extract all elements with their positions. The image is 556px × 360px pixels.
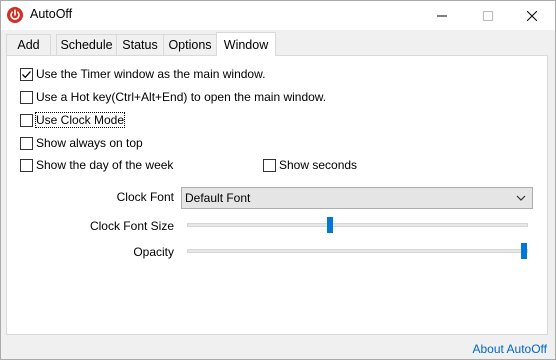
close-icon [527, 10, 537, 21]
tab-label: Window [223, 37, 269, 52]
hotkey-label: Use a Hot key(Ctrl+Alt+End) to open the … [36, 90, 327, 104]
day-of-week-checkbox[interactable] [20, 158, 33, 172]
clock-font-size-label: Clock Font Size [89, 219, 174, 233]
clock-mode-option[interactable]: Use Clock Mode [20, 112, 126, 128]
clock-mode-label: Use Clock Mode [34, 112, 126, 128]
title-bar[interactable]: AutoOff [1, 1, 555, 30]
tab-status[interactable]: Status [116, 34, 164, 55]
power-icon [7, 7, 23, 23]
show-seconds-checkbox[interactable] [263, 158, 276, 172]
tab-label: Options [168, 38, 212, 52]
day-of-week-option[interactable]: Show the day of the week [20, 157, 173, 173]
tab-label: Status [122, 38, 158, 52]
maximize-icon [483, 10, 493, 21]
tab-options[interactable]: Options [163, 34, 217, 55]
timer-main-checkbox[interactable] [20, 67, 33, 81]
window-title: AutoOff [30, 7, 73, 21]
clock-font-size-slider[interactable] [187, 223, 528, 227]
minimize-button[interactable] [419, 1, 465, 30]
minimize-icon [437, 15, 447, 16]
tab-schedule[interactable]: Schedule [56, 34, 117, 55]
tab-add[interactable]: Add [6, 34, 51, 55]
always-on-top-label: Show always on top [36, 136, 143, 150]
tab-window[interactable]: Window [216, 32, 276, 56]
opacity-slider[interactable] [187, 249, 528, 253]
clock-font-value: Default Font [185, 191, 251, 205]
opacity-thumb[interactable] [521, 243, 527, 259]
chevron-down-icon [516, 195, 526, 201]
show-seconds-label: Show seconds [279, 158, 358, 172]
opacity-label: Opacity [133, 245, 174, 259]
close-button[interactable] [509, 1, 555, 30]
tab-label: Add [17, 38, 40, 52]
clock-mode-checkbox[interactable] [20, 113, 33, 127]
hotkey-option[interactable]: Use a Hot key(Ctrl+Alt+End) to open the … [20, 89, 326, 105]
always-on-top-checkbox[interactable] [20, 136, 33, 150]
clock-font-select[interactable]: Default Font [181, 187, 533, 209]
about-link[interactable]: About AutoOff [472, 342, 547, 356]
timer-main-label: Use the Timer window as the main window. [36, 67, 266, 81]
clock-font-size-thumb[interactable] [326, 217, 333, 233]
main-window: AutoOff Add Schedule Status Options Wind… [0, 0, 556, 360]
timer-main-option[interactable]: Use the Timer window as the main window. [20, 66, 265, 82]
tab-label: Schedule [60, 38, 113, 52]
maximize-button[interactable] [465, 1, 511, 30]
checkmark-icon [22, 70, 31, 78]
show-seconds-option[interactable]: Show seconds [263, 157, 357, 173]
day-of-week-label: Show the day of the week [36, 158, 174, 172]
always-on-top-option[interactable]: Show always on top [20, 135, 143, 151]
hotkey-checkbox[interactable] [20, 90, 33, 104]
tab-bar: Add Schedule Status Options Window [6, 32, 552, 56]
clock-font-label: Clock Font [116, 190, 174, 204]
